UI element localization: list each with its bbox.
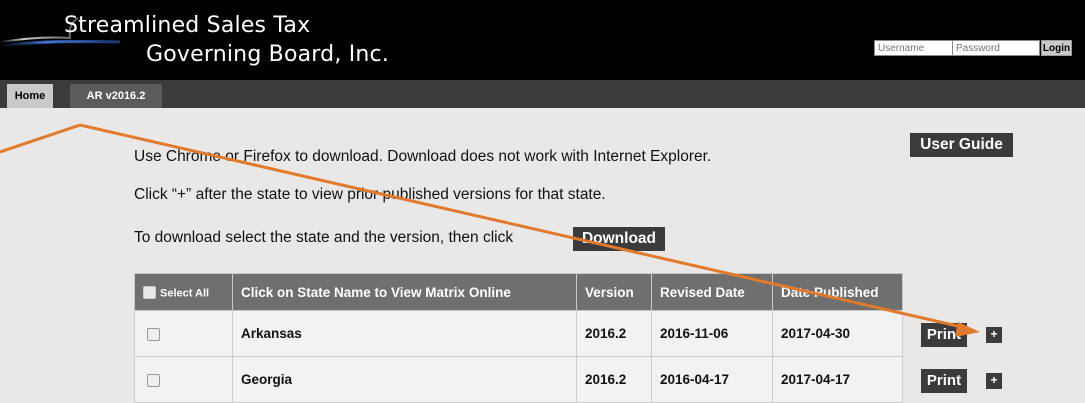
- published-date-cell: 2017-04-30: [772, 310, 903, 357]
- version-cell: 2016.2: [576, 356, 652, 403]
- col-header-state: Click on State Name to View Matrix Onlin…: [232, 273, 577, 311]
- instruction-plus: Click “+” after the state to view prior …: [134, 186, 606, 203]
- select-all-checkbox[interactable]: [143, 286, 156, 300]
- revised-date-cell: 2016-04-17: [651, 356, 773, 403]
- select-all-header[interactable]: Select All: [134, 273, 233, 311]
- version-cell: 2016.2: [576, 310, 652, 357]
- select-all-label: Select All: [160, 286, 210, 299]
- row-checkbox[interactable]: [147, 327, 160, 341]
- user-guide-button[interactable]: User Guide: [910, 133, 1013, 157]
- nav-bar: [0, 80, 1085, 108]
- row-checkbox-cell: [134, 310, 233, 357]
- table-header-row: Select All Click on State Name to View M…: [134, 273, 903, 311]
- revised-date-cell: 2016-11-06: [651, 310, 773, 357]
- row-checkbox[interactable]: [147, 373, 160, 387]
- table-row: Arkansas 2016.2 2016-11-06 2017-04-30: [134, 310, 903, 357]
- logo-text-line2: Governing Board, Inc.: [146, 42, 390, 67]
- download-button[interactable]: Download: [573, 227, 665, 251]
- states-table: Select All Click on State Name to View M…: [134, 273, 903, 403]
- print-button[interactable]: Print: [921, 323, 967, 347]
- state-name-link[interactable]: Arkansas: [232, 310, 577, 357]
- expand-versions-button[interactable]: +: [986, 327, 1002, 343]
- site-header: Streamlined Sales Tax Governing Board, I…: [0, 0, 1085, 80]
- password-input[interactable]: [952, 40, 1040, 56]
- col-header-published: Date Published: [772, 273, 903, 311]
- published-date-cell: 2017-04-17: [772, 356, 903, 403]
- logo-text-line1: Streamlined Sales Tax: [64, 13, 311, 38]
- expand-versions-button[interactable]: +: [986, 373, 1002, 389]
- logo-swoosh-graphic: [0, 17, 121, 48]
- tab-home[interactable]: Home: [7, 84, 53, 108]
- login-button[interactable]: Login: [1041, 40, 1072, 56]
- col-header-version: Version: [576, 273, 652, 311]
- table-row: Georgia 2016.2 2016-04-17 2017-04-17: [134, 356, 903, 403]
- col-header-revised: Revised Date: [651, 273, 773, 311]
- state-name-link[interactable]: Georgia: [232, 356, 577, 403]
- tab-ar-version[interactable]: AR v2016.2: [70, 84, 162, 108]
- print-button[interactable]: Print: [921, 369, 967, 393]
- row-checkbox-cell: [134, 356, 233, 403]
- username-input[interactable]: [874, 40, 954, 56]
- instruction-browser: Use Chrome or Firefox to download. Downl…: [134, 148, 712, 165]
- instruction-download: To download select the state and the ver…: [134, 229, 514, 246]
